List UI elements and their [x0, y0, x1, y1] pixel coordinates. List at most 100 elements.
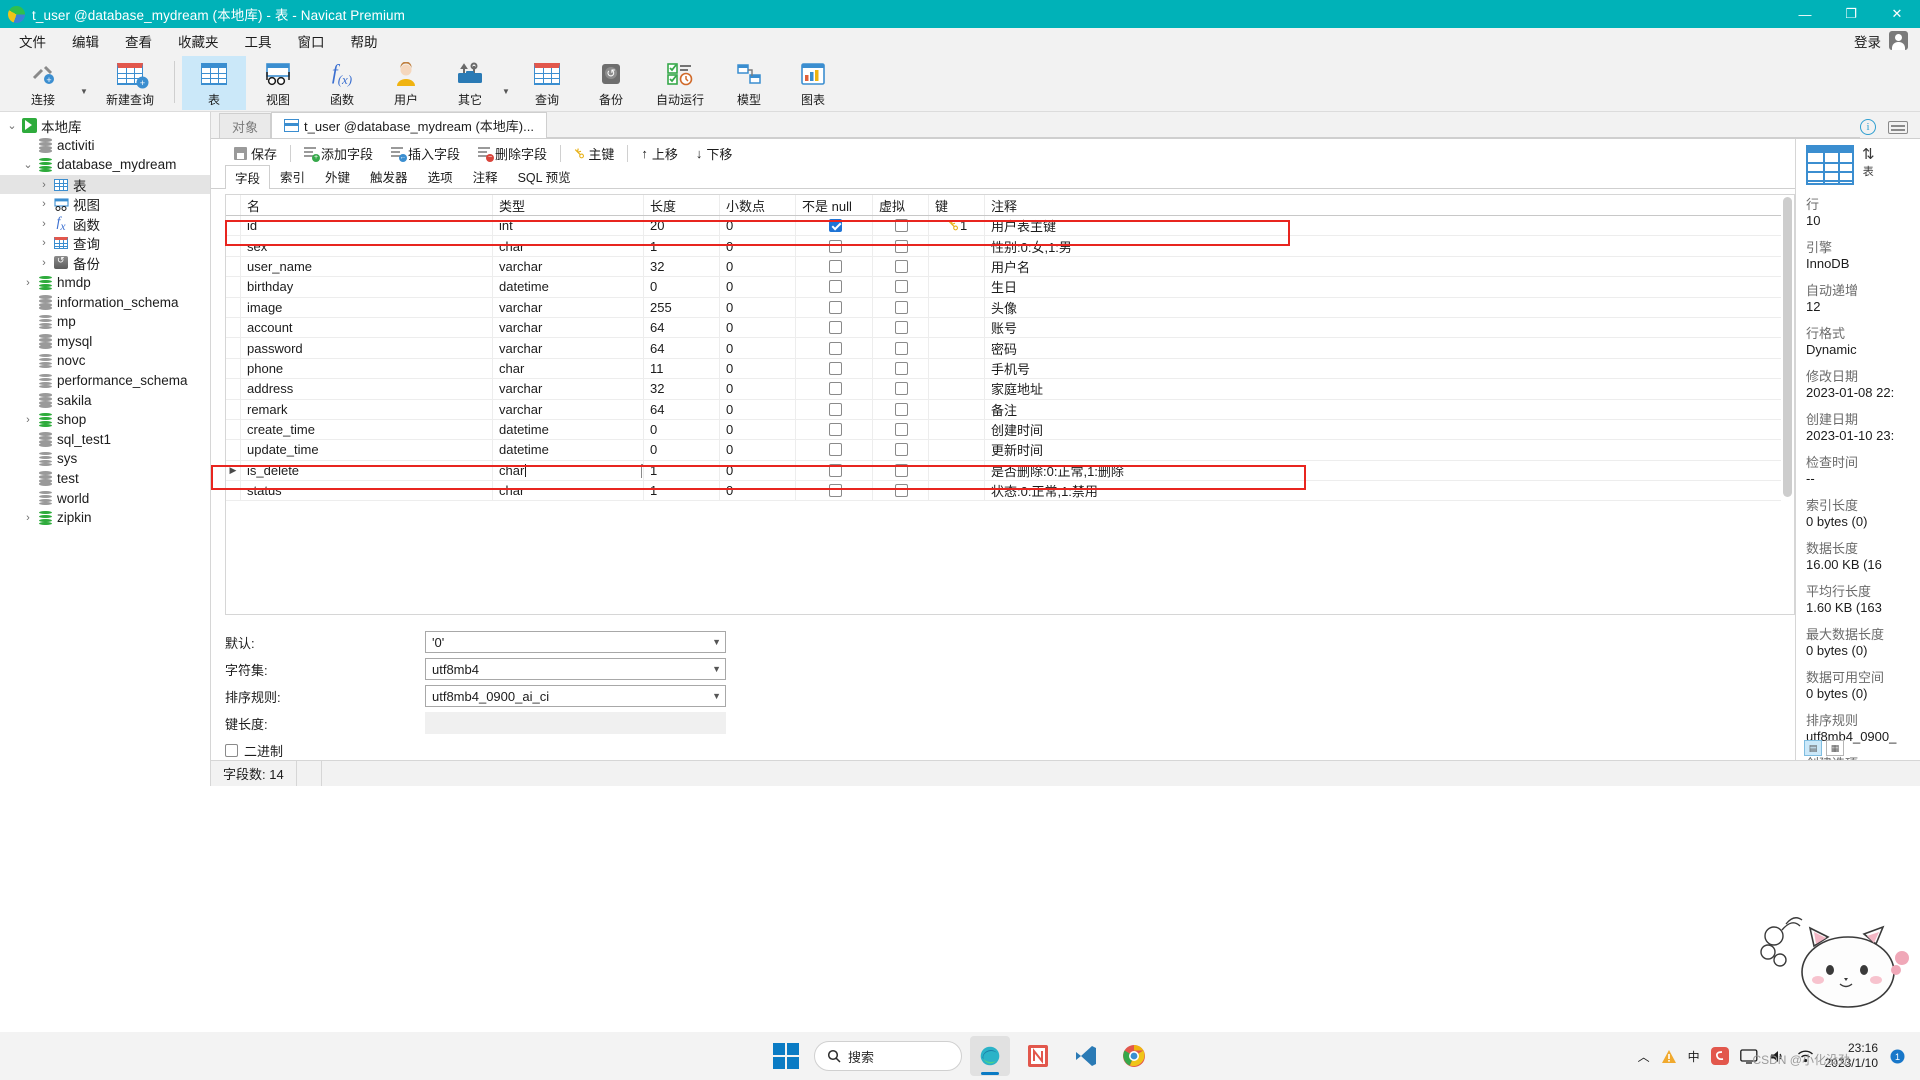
table-row[interactable]: remark varchar 64 0 备注	[226, 399, 1781, 420]
sidebar-item-world[interactable]: world	[0, 488, 210, 508]
cell-type[interactable]: char	[493, 361, 643, 376]
connection-dropdown-icon[interactable]: ▼	[80, 87, 93, 96]
cell-name[interactable]: update_time	[241, 442, 492, 457]
virtual-checkbox[interactable]	[895, 402, 908, 416]
cell-notnull[interactable]	[796, 484, 872, 498]
column-header-0[interactable]: 名	[241, 196, 492, 215]
toolbar-other[interactable]: 其它	[438, 56, 502, 110]
sidebar-item-shop[interactable]: › shop	[0, 410, 210, 430]
tree-twisty-icon[interactable]: ⌄	[20, 158, 36, 171]
cell-length[interactable]: 32	[644, 381, 719, 396]
notnull-checkbox[interactable]	[828, 280, 842, 294]
notnull-checkbox[interactable]	[828, 219, 842, 233]
cell-length[interactable]: 0	[644, 442, 719, 457]
cell-decimals[interactable]: 0	[720, 463, 795, 478]
subtab-1[interactable]: 索引	[270, 164, 315, 188]
tree-twisty-icon[interactable]: ⌄	[4, 119, 20, 132]
login-label[interactable]: 登录	[1854, 31, 1881, 51]
cell-notnull[interactable]	[796, 361, 872, 375]
cell-notnull[interactable]	[796, 443, 872, 457]
menu-window[interactable]: 窗口	[285, 28, 338, 54]
toolbar-chart[interactable]: 图表	[781, 56, 845, 110]
notnull-checkbox[interactable]	[828, 484, 842, 498]
taskbar-app-chrome[interactable]	[1114, 1036, 1154, 1076]
toolbar-new-query[interactable]: + 新建查询	[93, 56, 167, 110]
cell-type[interactable]: char	[493, 239, 643, 254]
taskbar-app-vscode[interactable]	[1066, 1036, 1106, 1076]
cell-decimals[interactable]: 0	[720, 279, 795, 294]
table-row[interactable]: password varchar 64 0 密码	[226, 338, 1781, 359]
delete-field-button[interactable]: − 删除字段	[469, 142, 556, 165]
cell-length[interactable]: 1	[644, 463, 719, 478]
column-header-6[interactable]: 键	[929, 196, 984, 215]
cell-notnull[interactable]	[796, 341, 872, 355]
cell-length[interactable]: 32	[644, 259, 719, 274]
table-row[interactable]: phone char 11 0 手机号	[226, 358, 1781, 380]
cell-notnull[interactable]	[796, 300, 872, 314]
warning-icon[interactable]	[1661, 1049, 1677, 1064]
cell-length[interactable]: 0	[644, 422, 719, 437]
sogou-icon[interactable]	[1710, 1047, 1729, 1065]
cell-comment[interactable]: 备注	[985, 400, 1781, 419]
cell-decimals[interactable]: 0	[720, 218, 795, 233]
cell-comment[interactable]: 密码	[985, 339, 1781, 358]
virtual-checkbox[interactable]	[895, 259, 908, 273]
sidebar-item-查询[interactable]: › 查询	[0, 234, 210, 254]
cell-name[interactable]: phone	[241, 361, 492, 376]
subtab-6[interactable]: SQL 预览	[508, 164, 581, 188]
keyboard-icon[interactable]	[1888, 120, 1908, 134]
insert-field-button[interactable]: ← 插入字段	[382, 142, 469, 165]
notnull-checkbox[interactable]	[828, 239, 842, 253]
taskbar-app-navicat[interactable]	[1018, 1036, 1058, 1076]
cell-comment[interactable]: 账号	[985, 318, 1781, 337]
virtual-checkbox[interactable]	[895, 423, 908, 437]
cell-comment[interactable]: 性别:0:女,1:男	[985, 237, 1781, 256]
cell-virtual[interactable]	[873, 239, 928, 253]
table-row[interactable]: user_name varchar 32 0 用户名	[226, 256, 1781, 278]
cell-length[interactable]: 11	[644, 361, 719, 376]
column-header-2[interactable]: 长度	[644, 196, 719, 215]
virtual-checkbox[interactable]	[895, 219, 908, 233]
tray-expand-icon[interactable]: ︿	[1638, 1048, 1650, 1065]
taskbar-search[interactable]: 搜索	[814, 1041, 962, 1071]
tab-objects[interactable]: 对象	[219, 113, 272, 138]
cell-type[interactable]: varchar	[493, 320, 643, 335]
minimize-button[interactable]: —	[1782, 0, 1828, 28]
cell-notnull[interactable]	[796, 382, 872, 396]
cell-virtual[interactable]	[873, 361, 928, 375]
tab-table-designer[interactable]: t_user @database_mydream (本地库)...	[271, 112, 547, 138]
subtab-4[interactable]: 选项	[418, 164, 463, 188]
sidebar-item-zipkin[interactable]: › zipkin	[0, 508, 210, 528]
tree-twisty-icon[interactable]: ›	[36, 198, 52, 210]
menu-tools[interactable]: 工具	[232, 28, 285, 54]
sidebar-item-函数[interactable]: › fx 函数	[0, 214, 210, 234]
sidebar-item-novc[interactable]: novc	[0, 351, 210, 371]
scrollbar-thumb[interactable]	[1783, 197, 1792, 497]
menu-view[interactable]: 查看	[112, 28, 165, 54]
tree-twisty-icon[interactable]: ›	[20, 414, 36, 426]
sidebar-item-database_mydream[interactable]: ⌄ database_mydream	[0, 155, 210, 175]
sidebar-item-sakila[interactable]: sakila	[0, 390, 210, 410]
cell-comment[interactable]: 头像	[985, 298, 1781, 317]
cell-decimals[interactable]: 0	[720, 442, 795, 457]
table-row[interactable]: birthday datetime 0 0 生日	[226, 277, 1781, 298]
table-row[interactable]: id int 20 0 ⚷ 1 用户表主键	[226, 216, 1781, 237]
notnull-checkbox[interactable]	[828, 443, 842, 457]
virtual-checkbox[interactable]	[895, 463, 908, 477]
toolbar-model[interactable]: 模型	[717, 56, 781, 110]
virtual-checkbox[interactable]	[895, 443, 908, 457]
toolbar-backup[interactable]: ↺ 备份	[579, 56, 643, 110]
grid-vertical-scrollbar[interactable]	[1781, 194, 1795, 615]
notnull-checkbox[interactable]	[828, 341, 842, 355]
virtual-checkbox[interactable]	[895, 361, 908, 375]
toolbar-automation[interactable]: 自动运行	[643, 56, 717, 110]
cell-comment[interactable]: 是否删除:0:正常,1:删除	[985, 461, 1781, 480]
virtual-checkbox[interactable]	[895, 341, 908, 355]
sidebar-item-表[interactable]: › 表	[0, 174, 210, 195]
cell-decimals[interactable]: 0	[720, 483, 795, 498]
toolbar-table[interactable]: 表	[182, 56, 246, 110]
cell-type[interactable]: datetime	[493, 279, 643, 294]
table-row[interactable]: image varchar 255 0 头像	[226, 297, 1781, 318]
subtab-5[interactable]: 注释	[463, 164, 508, 188]
tree-twisty-icon[interactable]: ›	[36, 218, 52, 230]
